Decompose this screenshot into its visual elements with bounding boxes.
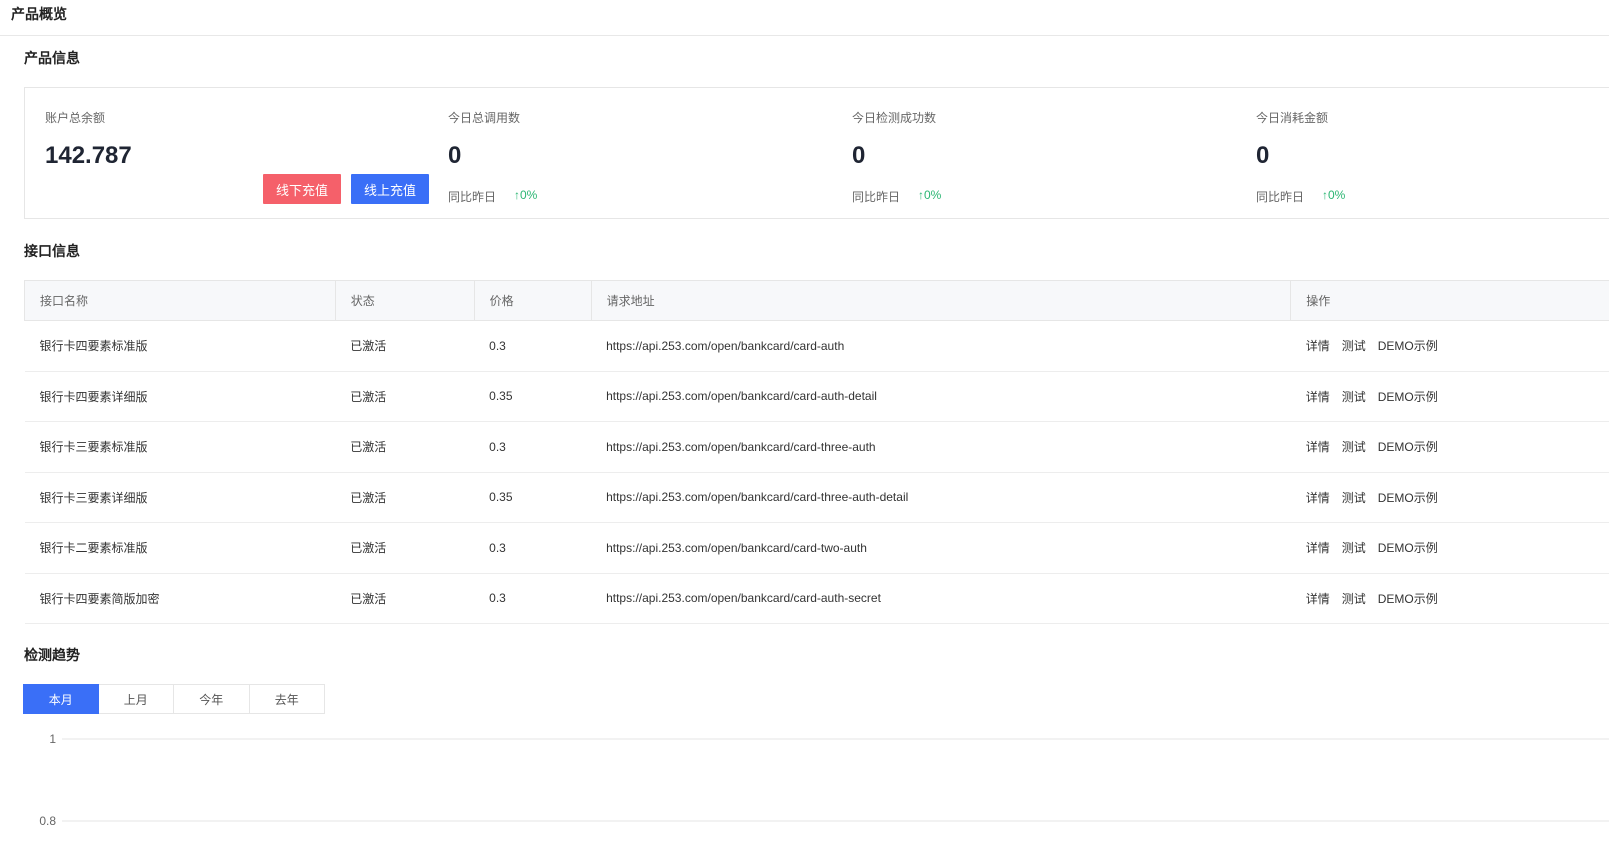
y-tick-label: 0.8 bbox=[39, 814, 56, 828]
api-url: https://api.253.com/open/bankcard/card-t… bbox=[591, 472, 1291, 523]
api-name: 银行卡四要素标准版 bbox=[24, 320, 336, 372]
column-header-url: 请求地址 bbox=[591, 280, 1292, 321]
api-url: https://api.253.com/open/bankcard/card-t… bbox=[591, 522, 1291, 574]
api-status: 已激活 bbox=[335, 371, 475, 422]
page-title: 产品概览 bbox=[11, 6, 67, 22]
api-table: 接口名称 状态 价格 请求地址 操作 银行卡四要素标准版 已激活 0.3 htt… bbox=[24, 280, 1609, 624]
success-delta: ↑0% bbox=[918, 188, 942, 202]
tab-last-year[interactable]: 去年 bbox=[249, 684, 325, 714]
table-row: 银行卡三要素详细版 已激活 0.35 https://api.253.com/o… bbox=[24, 472, 1609, 523]
api-actions: 详情 测试 DEMO示例 bbox=[1290, 421, 1609, 473]
api-name: 银行卡四要素详细版 bbox=[24, 371, 336, 422]
success-compare-label: 同比昨日 bbox=[852, 190, 901, 204]
api-name: 银行卡三要素标准版 bbox=[24, 421, 336, 473]
demo-link[interactable]: DEMO示例 bbox=[1378, 390, 1438, 404]
api-name: 银行卡三要素详细版 bbox=[24, 472, 336, 523]
table-row: 银行卡二要素标准版 已激活 0.3 https://api.253.com/op… bbox=[24, 522, 1609, 574]
api-status: 已激活 bbox=[335, 472, 475, 523]
table-row: 银行卡四要素简版加密 已激活 0.3 https://api.253.com/o… bbox=[24, 573, 1609, 624]
demo-link[interactable]: DEMO示例 bbox=[1378, 491, 1438, 505]
api-status: 已激活 bbox=[335, 573, 475, 624]
demo-link[interactable]: DEMO示例 bbox=[1378, 592, 1438, 606]
api-price: 0.3 bbox=[474, 421, 592, 473]
demo-link[interactable]: DEMO示例 bbox=[1378, 541, 1438, 555]
offline-recharge-button[interactable]: 线下充值 bbox=[263, 174, 341, 204]
success-stat: 今日检测成功数 0 同比昨日 ↑0% bbox=[852, 88, 1232, 218]
api-price: 0.35 bbox=[474, 472, 592, 523]
trend-period-tabs: 本月 上月 今年 去年 bbox=[23, 684, 325, 714]
api-price: 0.35 bbox=[474, 371, 592, 422]
detail-link[interactable]: 详情 bbox=[1306, 541, 1330, 555]
test-link[interactable]: 测试 bbox=[1342, 339, 1366, 353]
column-header-status: 状态 bbox=[335, 280, 475, 321]
online-recharge-button[interactable]: 线上充值 bbox=[351, 174, 429, 204]
api-name: 银行卡二要素标准版 bbox=[24, 522, 336, 574]
test-link[interactable]: 测试 bbox=[1342, 440, 1366, 454]
column-header-name: 接口名称 bbox=[24, 280, 336, 321]
detail-link[interactable]: 详情 bbox=[1306, 339, 1330, 353]
success-label: 今日检测成功数 bbox=[852, 111, 937, 125]
balance-value: 142.787 bbox=[45, 142, 132, 169]
y-tick-label: 1 bbox=[49, 732, 56, 746]
api-price: 0.3 bbox=[474, 320, 592, 372]
calls-value: 0 bbox=[448, 142, 462, 169]
spend-delta: ↑0% bbox=[1322, 188, 1346, 202]
tab-this-month[interactable]: 本月 bbox=[23, 684, 99, 714]
demo-link[interactable]: DEMO示例 bbox=[1378, 339, 1438, 353]
api-status: 已激活 bbox=[335, 421, 475, 473]
api-actions: 详情 测试 DEMO示例 bbox=[1290, 573, 1609, 624]
column-header-price: 价格 bbox=[474, 280, 592, 321]
balance-label: 账户总余额 bbox=[45, 111, 106, 125]
api-url: https://api.253.com/open/bankcard/card-t… bbox=[591, 421, 1291, 473]
detail-link[interactable]: 详情 bbox=[1306, 491, 1330, 505]
tab-last-month[interactable]: 上月 bbox=[98, 684, 174, 714]
api-actions: 详情 测试 DEMO示例 bbox=[1290, 472, 1609, 523]
api-url: https://api.253.com/open/bankcard/card-a… bbox=[591, 573, 1291, 624]
api-url: https://api.253.com/open/bankcard/card-a… bbox=[591, 371, 1291, 422]
column-header-actions: 操作 bbox=[1290, 280, 1609, 321]
spend-label: 今日消耗金额 bbox=[1256, 111, 1329, 125]
test-link[interactable]: 测试 bbox=[1342, 491, 1366, 505]
api-status: 已激活 bbox=[335, 320, 475, 372]
detail-link[interactable]: 详情 bbox=[1306, 440, 1330, 454]
calls-delta: ↑0% bbox=[514, 188, 538, 202]
test-link[interactable]: 测试 bbox=[1342, 541, 1366, 555]
calls-compare-label: 同比昨日 bbox=[448, 190, 497, 204]
api-actions: 详情 测试 DEMO示例 bbox=[1290, 320, 1609, 372]
api-status: 已激活 bbox=[335, 522, 475, 574]
test-link[interactable]: 测试 bbox=[1342, 390, 1366, 404]
success-value: 0 bbox=[852, 142, 866, 169]
spend-stat: 今日消耗金额 0 同比昨日 ↑0% bbox=[1256, 88, 1609, 218]
spend-value: 0 bbox=[1256, 142, 1270, 169]
api-actions: 详情 测试 DEMO示例 bbox=[1290, 522, 1609, 574]
table-header-row: 接口名称 状态 价格 请求地址 操作 bbox=[24, 280, 1609, 321]
trend-chart: 10.8 bbox=[39, 732, 1609, 828]
api-name: 银行卡四要素简版加密 bbox=[24, 573, 336, 624]
demo-link[interactable]: DEMO示例 bbox=[1378, 440, 1438, 454]
api-info-title: 接口信息 bbox=[24, 243, 80, 259]
api-price: 0.3 bbox=[474, 522, 592, 574]
api-price: 0.3 bbox=[474, 573, 592, 624]
detail-link[interactable]: 详情 bbox=[1306, 390, 1330, 404]
table-row: 银行卡三要素标准版 已激活 0.3 https://api.253.com/op… bbox=[24, 421, 1609, 473]
product-info-title: 产品信息 bbox=[24, 50, 80, 66]
table-row: 银行卡四要素详细版 已激活 0.35 https://api.253.com/o… bbox=[24, 371, 1609, 422]
stats-card: 账户总余额 142.787 线下充值 线上充值 今日总调用数 0 同比昨日 ↑0… bbox=[24, 87, 1609, 219]
trend-title: 检测趋势 bbox=[24, 647, 80, 663]
page-header: 产品概览 bbox=[0, 0, 1609, 36]
detail-link[interactable]: 详情 bbox=[1306, 592, 1330, 606]
calls-label: 今日总调用数 bbox=[448, 111, 521, 125]
table-row: 银行卡四要素标准版 已激活 0.3 https://api.253.com/op… bbox=[24, 320, 1609, 372]
spend-compare-label: 同比昨日 bbox=[1256, 190, 1305, 204]
test-link[interactable]: 测试 bbox=[1342, 592, 1366, 606]
tab-this-year[interactable]: 今年 bbox=[174, 684, 250, 714]
calls-stat: 今日总调用数 0 同比昨日 ↑0% bbox=[448, 88, 828, 218]
balance-stat: 账户总余额 142.787 线下充值 线上充值 bbox=[45, 88, 429, 218]
api-actions: 详情 测试 DEMO示例 bbox=[1290, 371, 1609, 422]
api-url: https://api.253.com/open/bankcard/card-a… bbox=[591, 320, 1291, 372]
